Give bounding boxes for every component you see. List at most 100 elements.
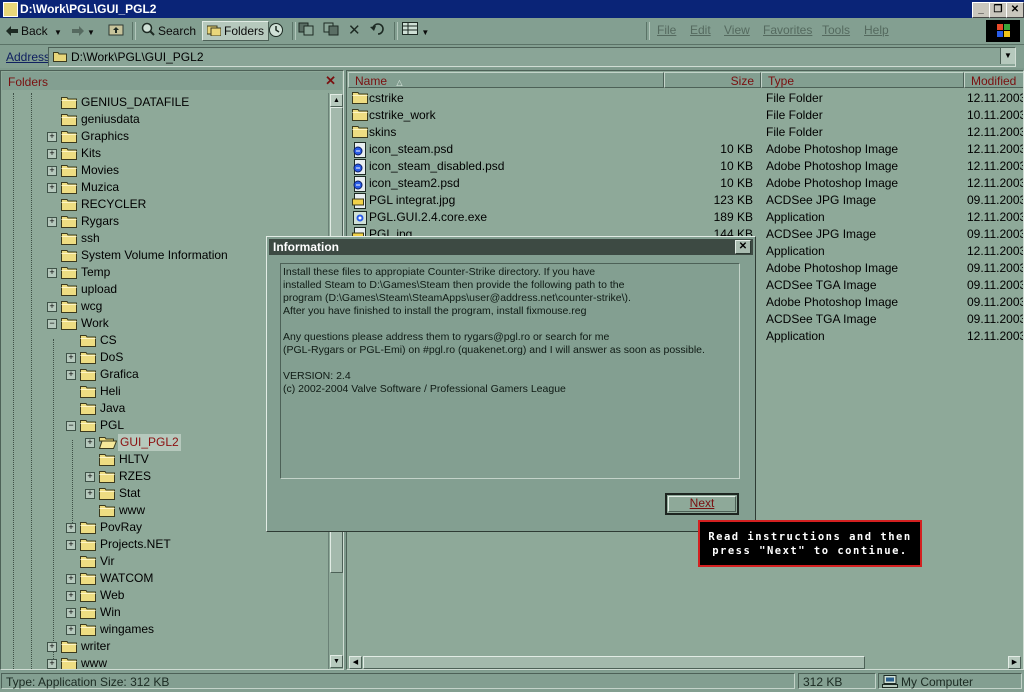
address-value: D:\Work\PGL\GUI_PGL2 xyxy=(71,50,204,64)
address-input[interactable]: D:\Work\PGL\GUI_PGL2 ▼ xyxy=(48,47,1016,67)
expand-icon[interactable]: + xyxy=(47,302,57,312)
file-type: Adobe Photoshop Image xyxy=(766,295,899,309)
menu-view[interactable]: View xyxy=(724,23,750,37)
column-type[interactable]: Type xyxy=(761,72,964,88)
expand-icon[interactable]: + xyxy=(66,353,76,363)
window-title: D:\Work\PGL\GUI_PGL2 xyxy=(20,2,157,16)
minimize-button[interactable]: _ xyxy=(972,2,990,18)
column-size[interactable]: Size xyxy=(664,72,761,88)
file-row[interactable]: PGL.GUI.2.4.core.exe 189 KB Application 12.… xyxy=(347,209,1023,226)
menu-file[interactable]: File xyxy=(657,23,676,37)
folder-tree-item[interactable]: + wingames xyxy=(2,621,322,638)
folder-tree-label: Work xyxy=(81,316,109,330)
expand-icon[interactable]: + xyxy=(47,659,57,669)
file-modified: 12.11.2003 xyxy=(967,176,1024,190)
move-to-button[interactable] xyxy=(298,22,314,40)
address-dropdown-button[interactable]: ▼ xyxy=(1000,48,1015,64)
expand-icon[interactable]: + xyxy=(66,591,76,601)
folder-tree-item[interactable]: + writer xyxy=(2,638,322,655)
menu-tools[interactable]: Tools xyxy=(822,23,850,37)
expand-icon[interactable]: + xyxy=(85,438,95,448)
expand-icon[interactable]: + xyxy=(47,183,57,193)
column-name[interactable]: Name △ xyxy=(348,72,664,88)
delete-button[interactable]: ✕ xyxy=(348,22,361,40)
folder-tree-item[interactable]: + www xyxy=(2,655,322,669)
back-button[interactable]: Back ▼ xyxy=(6,22,62,40)
folder-tree-label: Win xyxy=(100,605,121,619)
menu-help[interactable]: Help xyxy=(864,23,889,37)
folder-tree-label: Vir xyxy=(100,554,115,568)
expand-icon[interactable]: + xyxy=(85,489,95,499)
close-icon[interactable]: ✕ xyxy=(325,73,336,89)
folder-tree-item[interactable]: RECYCLER xyxy=(2,196,322,213)
collapse-icon[interactable]: − xyxy=(66,421,76,431)
expand-icon[interactable]: + xyxy=(47,268,57,278)
folder-tree-item[interactable]: + Movies xyxy=(2,162,322,179)
expand-icon[interactable]: + xyxy=(47,149,57,159)
folder-tree-item[interactable]: GENIUS_DATAFILE xyxy=(2,94,322,111)
expand-icon[interactable]: + xyxy=(66,540,76,550)
expand-icon[interactable]: + xyxy=(66,370,76,380)
expand-icon[interactable]: + xyxy=(47,217,57,227)
file-row[interactable]: icon_steam.psd 10 KB Adobe Photoshop Image… xyxy=(347,141,1023,158)
dialog-close-button[interactable]: ✕ xyxy=(735,240,751,254)
expand-icon[interactable]: + xyxy=(66,574,76,584)
folder-tree-item[interactable]: + Muzica xyxy=(2,179,322,196)
scroll-up-icon[interactable]: ▲ xyxy=(330,94,343,107)
horizontal-scrollbar[interactable]: ◀ ▶ xyxy=(348,655,1023,669)
scroll-thumb[interactable] xyxy=(363,656,865,669)
file-type: ACDSee TGA Image xyxy=(766,278,877,292)
back-dropdown-icon[interactable]: ▼ xyxy=(54,28,62,37)
status-zone-label: My Computer xyxy=(901,675,974,689)
column-modified[interactable]: Modified xyxy=(964,72,1023,88)
folder-tree-item[interactable]: Vir xyxy=(2,553,322,570)
expand-icon[interactable]: + xyxy=(47,642,57,652)
folder-tree-item[interactable]: + Projects.NET xyxy=(2,536,322,553)
scroll-right-icon[interactable]: ▶ xyxy=(1008,656,1021,669)
next-button[interactable]: Next xyxy=(665,493,739,515)
file-modified: 12.11.2003 xyxy=(967,91,1024,105)
forward-button[interactable]: ▼ xyxy=(72,22,95,40)
file-row[interactable]: icon_steam2.psd 10 KB Adobe Photoshop Imag… xyxy=(347,175,1023,192)
folder-tree-item[interactable]: + Rygars xyxy=(2,213,322,230)
dialog-text-line: Install these files to appropiate Counte… xyxy=(283,266,596,278)
menu-edit[interactable]: Edit xyxy=(690,23,711,37)
folder-tree-label: Stat xyxy=(119,486,141,500)
expand-icon[interactable]: + xyxy=(66,523,76,533)
forward-dropdown-icon[interactable]: ▼ xyxy=(87,28,95,37)
search-button[interactable]: Search xyxy=(141,22,196,40)
folder-tree-item[interactable]: + WATCOM xyxy=(2,570,322,587)
folder-tree-item[interactable]: + Win xyxy=(2,604,322,621)
copy-to-button[interactable] xyxy=(323,22,339,40)
folder-tree-item[interactable]: + Web xyxy=(2,587,322,604)
menu-favorites[interactable]: Favorites xyxy=(763,23,812,37)
maximize-button[interactable]: ❐ xyxy=(989,2,1007,18)
folder-tree-item[interactable]: + Graphics xyxy=(2,128,322,145)
file-row[interactable]: cstrike_work File Folder 10.11.2003 xyxy=(347,107,1023,124)
file-row[interactable]: icon_steam_disabled.psd 10 KB Adobe Photos… xyxy=(347,158,1023,175)
views-dropdown-icon[interactable]: ▼ xyxy=(421,28,429,37)
folder-tree-label: Heli xyxy=(100,384,121,398)
file-modified: 12.11.2003 xyxy=(967,142,1024,156)
scroll-down-icon[interactable]: ▼ xyxy=(330,655,343,668)
folders-button[interactable]: Folders xyxy=(202,21,270,41)
scroll-left-icon[interactable]: ◀ xyxy=(349,656,362,669)
undo-button[interactable] xyxy=(370,22,386,40)
expand-icon[interactable]: + xyxy=(66,608,76,618)
file-row[interactable]: PGL integrat.jpg 123 KB ACDSee JPG Image 09… xyxy=(347,192,1023,209)
close-window-button[interactable]: ✕ xyxy=(1006,2,1024,18)
file-row[interactable]: skins File Folder 12.11.2003 xyxy=(347,124,1023,141)
folder-tree-item[interactable]: geniusdata xyxy=(2,111,322,128)
expand-icon[interactable]: + xyxy=(47,166,57,176)
expand-icon[interactable]: + xyxy=(47,132,57,142)
file-name: icon_steam.psd xyxy=(369,142,454,156)
file-row[interactable]: cstrike File Folder 12.11.2003 xyxy=(347,90,1023,107)
folder-tree-item[interactable]: + Kits xyxy=(2,145,322,162)
expand-icon[interactable]: + xyxy=(66,625,76,635)
views-button[interactable]: ▼ xyxy=(402,22,429,40)
expand-icon[interactable]: + xyxy=(85,472,95,482)
collapse-icon[interactable]: − xyxy=(47,319,57,329)
up-folder-button[interactable] xyxy=(108,22,124,40)
folder-tree-label: HLTV xyxy=(119,452,149,466)
history-button[interactable] xyxy=(268,22,284,40)
